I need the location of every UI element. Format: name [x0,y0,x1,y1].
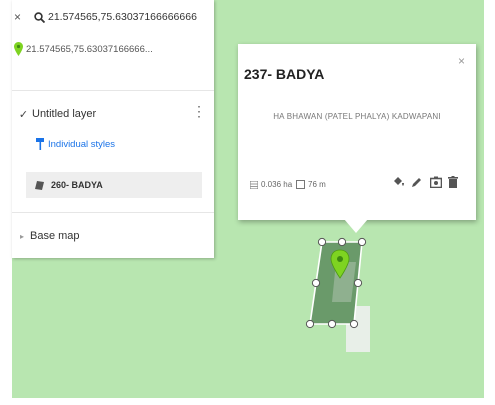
perimeter-measurement: 76 m [296,180,326,189]
search-query[interactable]: 21.574565,75.63037166666666 [48,11,197,23]
layer-options-icon[interactable]: ⋮ [192,104,206,118]
delete-trash-icon[interactable] [448,176,458,188]
individual-styles-label: Individual styles [48,138,116,150]
search-header: × 21.574565,75.63037166666666 [14,8,197,26]
search-result-text: 21.574565,75.63037166666... [26,43,153,55]
popup-title: 237- BADYA [244,66,325,82]
layer-name[interactable]: Untitled layer [32,108,96,120]
paint-roller-icon [36,138,45,150]
area-value: 0.036 ha [261,180,293,189]
base-map-toggle[interactable]: ▸ Base map [20,230,80,242]
panel-divider [12,212,214,213]
close-icon[interactable]: × [14,10,30,24]
popup-tail [344,219,368,233]
layer-visibility-checkbox[interactable]: ✓ [18,109,29,121]
perimeter-icon [296,180,305,189]
layer-header: ✓ Untitled layer [18,108,96,121]
edit-pencil-icon[interactable] [411,176,423,188]
area-measurement: 0.036 ha [250,180,292,189]
feature-label: 260- BADYA [51,180,103,190]
parcel-polygon-editor[interactable] [296,232,374,336]
search-result-item[interactable]: 21.574565,75.63037166666... [14,40,153,58]
style-paint-icon[interactable] [392,176,404,188]
panel-divider [12,90,214,91]
layer-feature-item[interactable]: 260- BADYA [26,172,202,198]
individual-styles-link[interactable]: Individual styles [36,138,115,150]
camera-icon[interactable] [430,176,442,188]
search-and-layers-panel [12,0,214,258]
area-icon [250,180,258,189]
base-map-label: Base map [30,230,80,242]
search-icon [34,11,48,23]
popup-description: HA BHAWAN (PATEL PHALYA) KADWAPANI [273,112,441,121]
expand-arrow-icon: ▸ [20,231,25,241]
close-icon[interactable]: × [458,54,465,68]
perimeter-value: 76 m [308,180,326,189]
polygon-icon [34,180,45,191]
map-pin-icon [14,42,23,56]
